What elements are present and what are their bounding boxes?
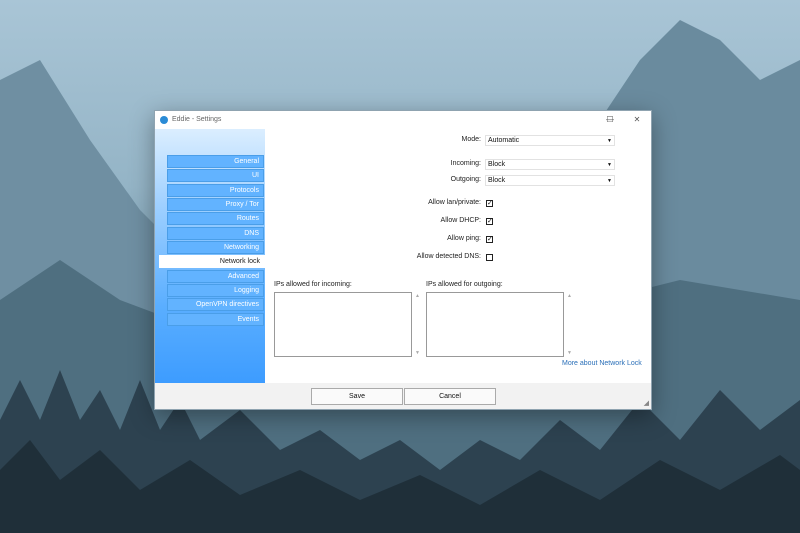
cancel-button[interactable]: Cancel [404,388,496,405]
mode-label: Mode: [461,136,481,143]
chevron-down-icon: ▼ [607,138,612,144]
settings-window: Eddie - Settings — ☐ ✕ General UI Protoc… [154,110,652,410]
close-button[interactable]: ✕ [631,114,643,126]
sidebar-item-proxy-tor[interactable]: Proxy / Tor [167,198,264,211]
sidebar-item-advanced[interactable]: Advanced [167,270,264,283]
save-button[interactable]: Save [311,388,403,405]
sidebar-item-ui[interactable]: UI [167,169,264,182]
scroll-down-icon[interactable]: ▼ [567,350,572,356]
scroll-down-icon[interactable]: ▼ [415,350,420,356]
sidebar-item-routes[interactable]: Routes [167,212,264,225]
scroll-up-icon[interactable]: ▲ [567,293,572,299]
allow-dhcp-label: Allow DHCP: [440,217,481,224]
settings-sidebar: General UI Protocols Proxy / Tor Routes … [155,129,265,383]
ips-outgoing-label: IPs allowed for outgoing: [426,281,503,288]
ips-incoming-label: IPs allowed for incoming: [274,281,352,288]
mode-select[interactable]: Automatic ▼ [485,135,615,146]
sidebar-item-network-lock[interactable]: Network lock [159,255,265,268]
network-lock-panel: Mode: Automatic ▼ Incoming: Block ▼ Outg… [265,129,651,383]
more-about-network-lock-link[interactable]: More about Network Lock [562,360,642,367]
scroll-up-icon[interactable]: ▲ [415,293,420,299]
chevron-down-icon: ▼ [607,162,612,168]
allow-dns-label: Allow detected DNS: [416,253,481,260]
maximize-button[interactable]: ☐ [604,114,616,126]
sidebar-item-events[interactable]: Events [167,313,264,326]
allow-dhcp-checkbox[interactable]: ✓ [486,218,493,225]
dialog-footer: Save Cancel ◢ [155,383,651,409]
sidebar-item-logging[interactable]: Logging [167,284,264,297]
allow-lan-checkbox[interactable]: ✓ [486,200,493,207]
ips-incoming-textarea[interactable]: ▲ ▼ [274,292,420,357]
allow-ping-label: Allow ping: [447,235,481,242]
eddie-app-icon [160,116,168,124]
sidebar-item-dns[interactable]: DNS [167,227,264,240]
chevron-down-icon: ▼ [607,178,612,184]
resize-grip-icon[interactable]: ◢ [644,399,649,407]
sidebar-item-networking[interactable]: Networking [167,241,264,254]
allow-ping-checkbox[interactable]: ✓ [486,236,493,243]
sidebar-item-general[interactable]: General [167,155,264,168]
allow-lan-label: Allow lan/private: [428,199,481,206]
incoming-select[interactable]: Block ▼ [485,159,615,170]
mode-value: Automatic [488,137,520,144]
allow-dns-checkbox[interactable] [486,254,493,261]
incoming-label: Incoming: [450,160,481,167]
outgoing-label: Outgoing: [450,176,481,183]
sidebar-item-protocols[interactable]: Protocols [167,184,264,197]
outgoing-select[interactable]: Block ▼ [485,175,615,186]
title-bar: Eddie - Settings — ☐ ✕ [155,111,651,129]
sidebar-item-openvpn-directives[interactable]: OpenVPN directives [167,298,264,311]
outgoing-value: Block [488,177,506,184]
incoming-value: Block [488,161,506,168]
window-title: Eddie - Settings [172,116,222,123]
ips-outgoing-textarea[interactable]: ▲ ▼ [426,292,572,357]
